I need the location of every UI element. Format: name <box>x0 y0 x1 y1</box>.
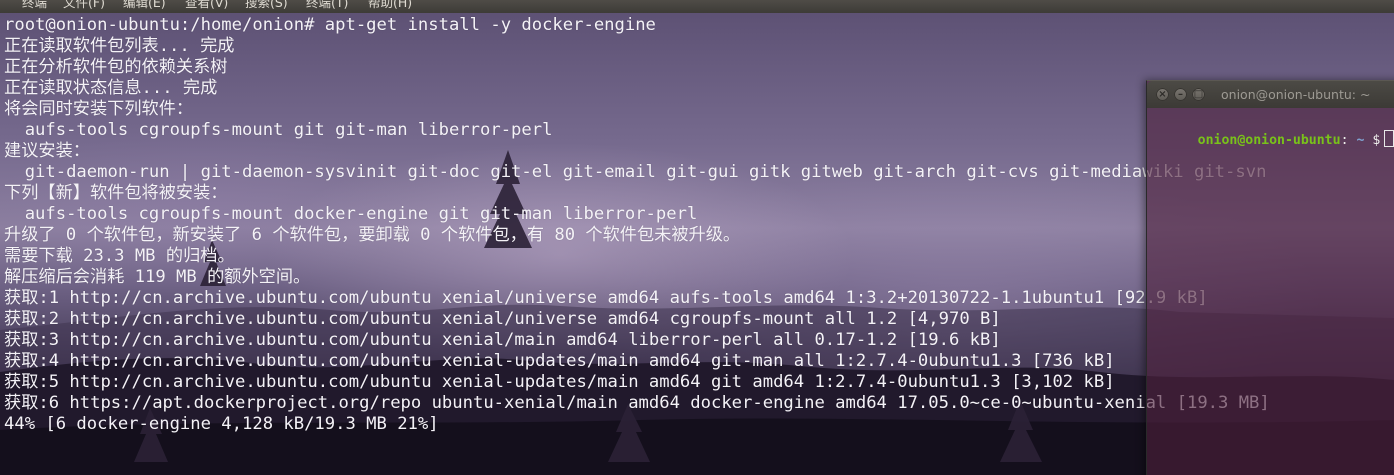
prompt-symbol: $ <box>1372 133 1381 148</box>
menu-file[interactable]: 文件(F) <box>63 0 105 11</box>
menu-search[interactable]: 搜索(S) <box>245 0 288 11</box>
terminal-line: 获取:2 http://cn.archive.ubuntu.com/ubuntu… <box>4 309 1001 329</box>
terminal-line: 正在分析软件包的依赖关系树 <box>4 57 228 77</box>
menu-terminal[interactable]: 终端(T) <box>306 0 348 11</box>
window-title: onion@onion-ubuntu: ~ <box>1221 87 1371 102</box>
desktop-screen: 终端 文件(F) 编辑(E) 查看(V) 搜索(S) 终端(T) 帮助(H) r… <box>0 0 1394 475</box>
menu-help[interactable]: 帮助(H) <box>368 0 412 11</box>
terminal-line: 将会同时安装下列软件： <box>4 99 194 119</box>
terminal-line: aufs-tools cgroupfs-mount docker-engine … <box>4 204 698 224</box>
shell-prompt[interactable]: onion@onion-ubuntu: ~ $ <box>1150 110 1394 148</box>
terminal-line: 获取:6 https://apt.dockerproject.org/repo … <box>4 393 1270 413</box>
terminal-line: 获取:3 http://cn.archive.ubuntu.com/ubuntu… <box>4 330 1001 350</box>
terminal-line: git-daemon-run | git-daemon-sysvinit git… <box>4 162 1267 182</box>
background-terminal-window[interactable]: × – □ onion@onion-ubuntu: ~ onion@onion-… <box>1146 80 1394 475</box>
window-titlebar[interactable]: × – □ onion@onion-ubuntu: ~ <box>1147 81 1394 108</box>
text-cursor <box>1384 130 1394 147</box>
maximize-icon[interactable]: □ <box>1192 88 1205 101</box>
terminal-line: 获取:4 http://cn.archive.ubuntu.com/ubuntu… <box>4 351 1115 371</box>
prompt-path: ~ <box>1348 133 1365 148</box>
terminal-output[interactable]: root@onion-ubuntu:/home/onion# apt-get i… <box>4 15 1270 435</box>
menu-terminal-app[interactable]: 终端 <box>22 0 47 11</box>
menu-edit[interactable]: 编辑(E) <box>123 0 166 11</box>
top-menubar: 终端 文件(F) 编辑(E) 查看(V) 搜索(S) 终端(T) 帮助(H) <box>0 0 1394 13</box>
prompt-separator: : <box>1340 133 1349 148</box>
terminal-line: 解压缩后会消耗 119 MB 的额外空间。 <box>4 267 311 287</box>
terminal-line: 下列【新】软件包将被安装： <box>4 183 228 203</box>
close-icon[interactable]: × <box>1156 88 1169 101</box>
menu-view[interactable]: 查看(V) <box>185 0 228 11</box>
terminal-line: 需要下载 23.3 MB 的归档。 <box>4 246 235 266</box>
terminal-line-command: root@onion-ubuntu:/home/onion# apt-get i… <box>4 15 656 35</box>
terminal-line: 获取:5 http://cn.archive.ubuntu.com/ubuntu… <box>4 372 1115 392</box>
minimize-icon[interactable]: – <box>1174 88 1187 101</box>
terminal-line: 正在读取软件包列表... 完成 <box>4 36 235 56</box>
terminal-line: 获取:1 http://cn.archive.ubuntu.com/ubuntu… <box>4 288 1208 308</box>
terminal-line: 升级了 0 个软件包，新安装了 6 个软件包，要卸载 0 个软件包，有 80 个… <box>4 225 741 245</box>
terminal-line: 建议安装： <box>4 141 90 161</box>
prompt-user-host: onion@onion-ubuntu <box>1197 133 1341 148</box>
terminal-line: aufs-tools cgroupfs-mount git git-man li… <box>4 120 553 140</box>
terminal-line-progress: 44% [6 docker-engine 4,128 kB/19.3 MB 21… <box>4 414 439 434</box>
terminal-line: 正在读取状态信息... 完成 <box>4 78 218 98</box>
